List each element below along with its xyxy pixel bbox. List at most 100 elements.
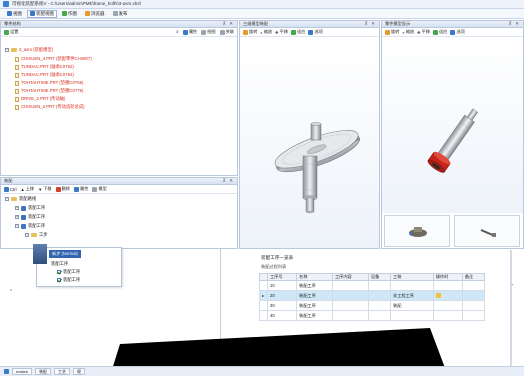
thumbnail-1[interactable]	[384, 215, 450, 247]
table-row[interactable]: 40 装配工序	[259, 310, 486, 321]
pan-button[interactable]: ✥ 平移	[275, 29, 288, 35]
part-pan-button[interactable]: ✥ 平移	[417, 29, 430, 35]
table-cell[interactable]	[432, 310, 463, 321]
menu-publish[interactable]: 发布	[110, 10, 131, 18]
panel-pin-close-icon[interactable]: ⊼ ✕	[223, 178, 234, 184]
panel-pin-close-icon[interactable]: ⊼ ✕	[509, 21, 520, 27]
status-tab[interactable]: 工艺	[54, 368, 71, 375]
table-row[interactable]: 30 装配工序 装配	[259, 300, 486, 311]
drawing-button[interactable]: 绘图	[201, 29, 216, 35]
table-cell[interactable]: 装配工序	[296, 290, 333, 301]
gear-shaft-model[interactable]	[240, 38, 379, 248]
settings-button[interactable]: 设置	[4, 29, 18, 35]
part-rotate-button[interactable]: 旋转	[385, 29, 399, 35]
table-cell[interactable]: 装配工序	[296, 310, 333, 321]
tree-part-3[interactable]: TUNDAC.PRT (轴承C0754)	[15, 72, 74, 78]
table-header[interactable]: 设备	[367, 273, 392, 281]
tree-part-1[interactable]: CHISUEN_4.PRT (装配零件CH4807)	[15, 56, 92, 62]
properties-button[interactable]: 属性	[182, 29, 197, 35]
part-options-button[interactable]: 选项	[450, 29, 465, 35]
collapse-icon[interactable]: −	[5, 197, 9, 201]
menu-assembly-view[interactable]: 装配视图	[27, 9, 57, 18]
process-node-3[interactable]: − 装配工序	[15, 223, 45, 229]
table-header[interactable]: 名称	[296, 273, 333, 281]
table-header[interactable]: 备注	[461, 273, 486, 281]
expand-icon[interactable]: +	[15, 206, 19, 210]
panel-pin-close-icon[interactable]: ⊼ ✕	[365, 21, 376, 27]
delete-button[interactable]: 删除	[55, 186, 70, 192]
table-header[interactable]: 工装	[390, 273, 434, 281]
collapse-icon[interactable]: −	[15, 224, 19, 228]
table-cell[interactable]	[367, 280, 392, 291]
table-cell[interactable]: 装配	[390, 300, 434, 311]
table-cell[interactable]	[331, 310, 369, 321]
table-cell[interactable]	[432, 290, 463, 301]
drag-child-2[interactable]: 装配工序	[57, 269, 80, 275]
status-tab[interactable]: 视	[73, 368, 86, 375]
table-cell[interactable]	[390, 310, 434, 321]
expand-icon[interactable]: +	[15, 215, 19, 219]
ctrl-button[interactable]: Ctrl	[4, 186, 17, 192]
part-fit-button[interactable]: 适应	[433, 29, 447, 35]
process-node-1[interactable]: + 装配工序	[15, 205, 45, 211]
tree-part-2[interactable]: TUNDAC.PRT (轴承C0752)	[15, 64, 74, 70]
tree-part-6[interactable]: DRIVE_2.PRT (传动轴)	[15, 96, 66, 102]
model-button[interactable]: 模型	[92, 186, 107, 192]
process-tree-root[interactable]: − 装配路线	[5, 196, 36, 202]
part-zoom-button[interactable]: ⌕ 缩放	[402, 29, 414, 35]
table-row-selected[interactable]: ▸ 20 装配工序 非工程工序	[259, 290, 486, 301]
drag-tree-popup[interactable]: 新步 (Normal) 装配工序 装配工序 装配工序	[33, 244, 122, 287]
process-properties-button[interactable]: 属性	[74, 186, 88, 192]
table-cell[interactable]	[367, 300, 392, 311]
table-header[interactable]: 操作时	[432, 273, 463, 281]
options-button[interactable]: 选项	[308, 29, 323, 35]
part-model[interactable]	[382, 38, 523, 213]
tree-part-4[interactable]: TOHTAHTIME.PRT (垫圈C0765)	[15, 80, 83, 86]
tree-part-5[interactable]: TOHTAHTIME.PRT (垫圈C0775)	[15, 88, 83, 94]
menu-browser[interactable]: 浏览器	[82, 10, 108, 18]
table-cell[interactable]: 非工程工序	[390, 290, 434, 301]
table-header[interactable]: 工序号	[266, 273, 298, 281]
fit-button[interactable]: 适应	[291, 29, 305, 35]
checkbox-checked-icon[interactable]	[57, 278, 61, 282]
table-cell[interactable]	[432, 300, 463, 311]
table-cell[interactable]	[331, 290, 369, 301]
table-cell[interactable]: 30	[266, 300, 298, 311]
table-cell[interactable]: 10	[266, 280, 298, 291]
drag-selected-item[interactable]: 新步 (Normal)	[49, 250, 81, 258]
drag-child-1[interactable]: 装配工序	[51, 261, 68, 267]
table-cell[interactable]: 20	[266, 290, 298, 301]
thumbnail-2[interactable]	[454, 215, 520, 247]
table-row[interactable]: 10 装配工序	[259, 280, 486, 291]
status-tab[interactable]: nosten	[12, 368, 33, 375]
process-node-2[interactable]: + 装配工序	[15, 214, 45, 220]
search-button[interactable]: ⌕	[176, 29, 179, 35]
assembly-3d-canvas[interactable]	[240, 38, 379, 248]
tree-part-7[interactable]: CHISUEN_2.PRT (传动齿轮总成)	[15, 104, 85, 110]
tree-root[interactable]: − 2_asm (装配模型)	[5, 47, 53, 53]
rotate-button[interactable]: 旋转	[243, 29, 257, 35]
table-cell[interactable]	[432, 280, 463, 291]
panel-pin-close-icon[interactable]: ⊼ ✕	[223, 21, 234, 27]
part-3d-canvas[interactable]	[382, 38, 523, 213]
table-cell[interactable]	[461, 290, 486, 301]
table-cell[interactable]	[461, 300, 486, 311]
menu-draw[interactable]: 作图	[59, 10, 80, 18]
checkbox-checked-icon[interactable]	[57, 270, 61, 274]
table-cell[interactable]: 装配工序	[296, 280, 333, 291]
table-cell[interactable]: 装配工序	[296, 300, 333, 311]
move-up-button[interactable]: ▲ 上移	[21, 186, 35, 192]
collapse-icon[interactable]: −	[5, 48, 9, 52]
status-tab[interactable]: 装配	[35, 368, 52, 375]
link-button[interactable]: 关联	[219, 29, 234, 35]
menu-view[interactable]: 视图	[4, 10, 25, 18]
zoom-button[interactable]: ⌕ 缩放	[260, 29, 272, 35]
table-cell[interactable]: 40	[266, 310, 298, 321]
table-cell[interactable]	[331, 300, 369, 311]
table-cell[interactable]	[390, 280, 434, 291]
process-node-4[interactable]: − 工步	[25, 232, 48, 238]
table-cell[interactable]	[367, 310, 392, 321]
table-header[interactable]: 工序内容	[331, 273, 369, 281]
table-cell[interactable]	[331, 280, 369, 291]
move-down-button[interactable]: ▼ 下移	[38, 186, 52, 192]
